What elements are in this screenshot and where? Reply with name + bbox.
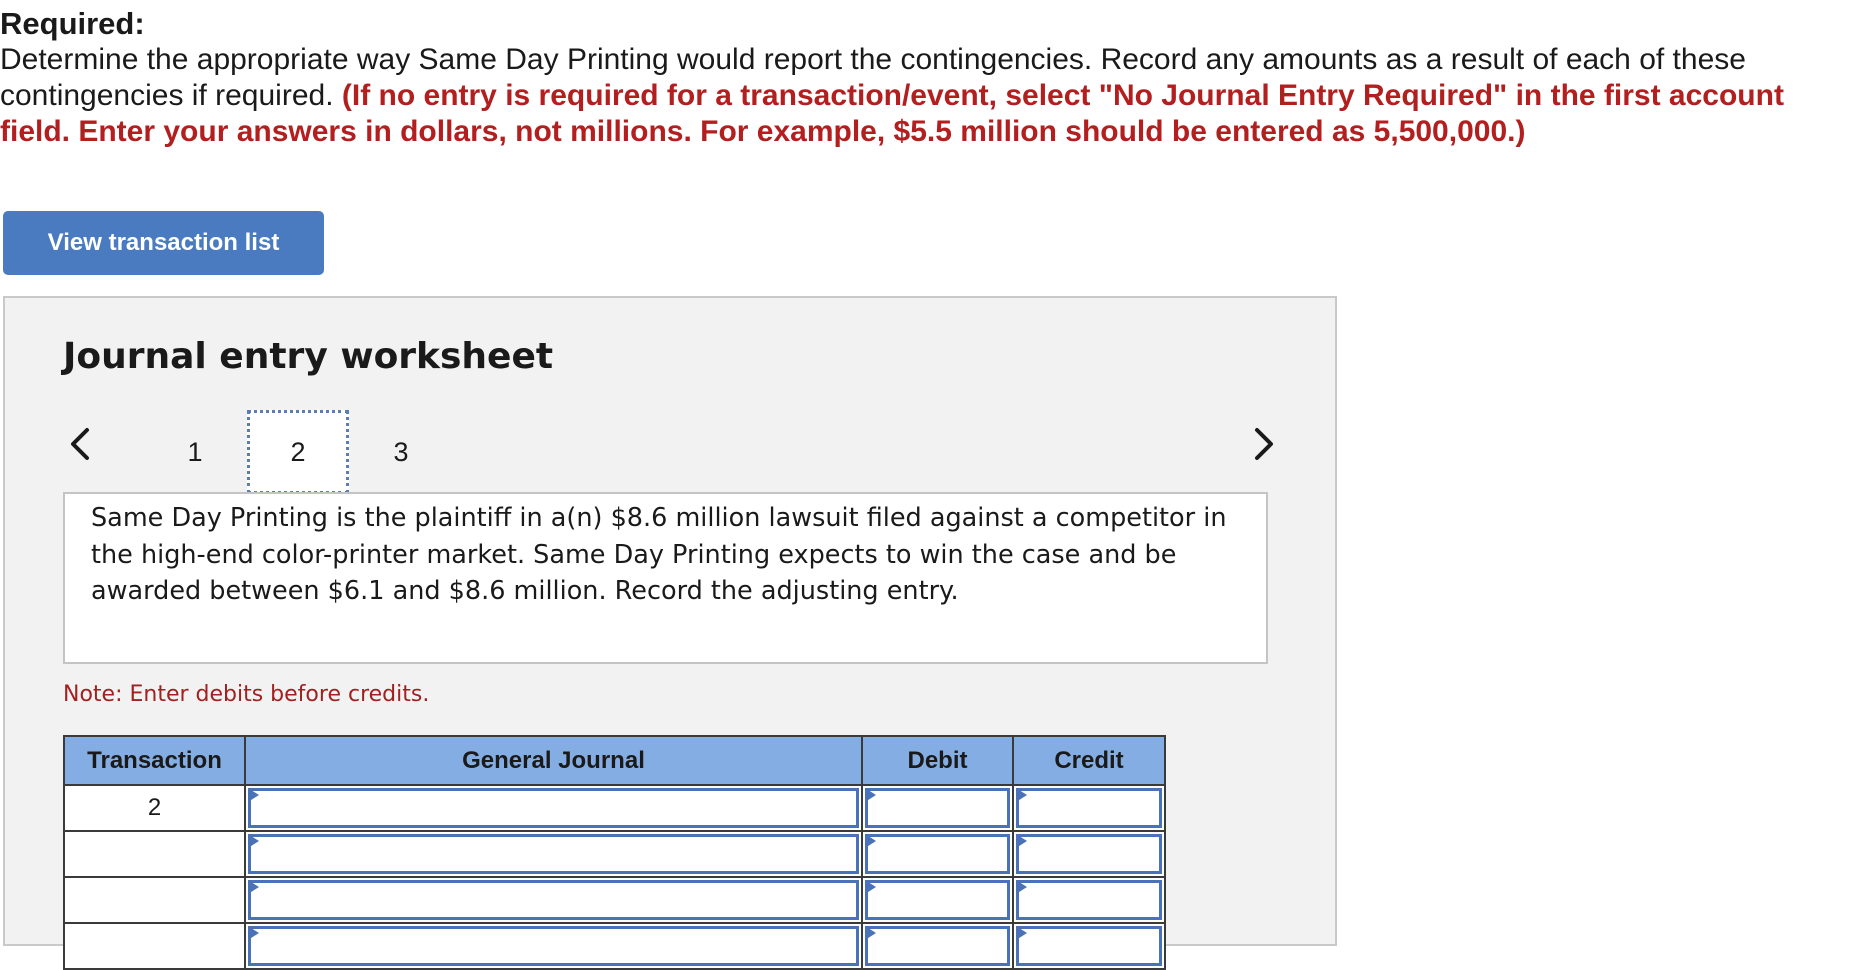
note-text: Note: Enter debits before credits. [63,682,430,707]
tab-3[interactable]: 3 [350,410,452,494]
account-field[interactable] [244,830,863,878]
table-row [63,876,1166,924]
account-input[interactable] [248,834,859,874]
input-marker-icon [1016,834,1027,848]
input-marker-icon [865,834,876,848]
transaction-cell: 2 [63,784,246,832]
table-header-row: Transaction General Journal Debit Credit [63,735,1166,786]
transaction-cell [63,830,246,878]
general-journal-table: Transaction General Journal Debit Credit… [63,735,1166,970]
account-input[interactable] [248,926,859,966]
credit-field[interactable] [1012,876,1166,924]
tab-label: 3 [393,436,409,467]
credit-input[interactable] [1016,834,1162,874]
chevron-left-icon[interactable] [61,420,101,468]
dropdown-marker-icon [248,788,259,802]
required-heading: Required: [0,6,145,41]
credit-field[interactable] [1012,784,1166,832]
credit-input[interactable] [1016,926,1162,966]
dropdown-marker-icon [248,880,259,894]
debit-input[interactable] [865,788,1010,828]
debit-field[interactable] [861,876,1014,924]
credit-field[interactable] [1012,830,1166,878]
worksheet-title: Journal entry worksheet [63,336,554,377]
tab-label: 1 [187,436,203,467]
dropdown-marker-icon [248,834,259,848]
input-marker-icon [865,880,876,894]
table-row [63,830,1166,878]
debit-field[interactable] [861,922,1014,970]
transaction-description: Same Day Printing is the plaintiff in a(… [63,492,1268,664]
account-field[interactable] [244,876,863,924]
transaction-cell [63,922,246,970]
chevron-right-icon[interactable] [1243,420,1283,468]
table-row: 2 [63,784,1166,832]
credit-input[interactable] [1016,788,1162,828]
journal-entry-worksheet-panel: Journal entry worksheet 1 2 3 Same Day P… [3,296,1337,970]
credit-field[interactable] [1012,922,1166,970]
tab-label: 2 [290,436,306,467]
view-transaction-list-button[interactable]: View transaction list [3,211,324,275]
input-marker-icon [1016,926,1027,940]
account-input[interactable] [248,880,859,920]
dropdown-marker-icon [248,926,259,940]
input-marker-icon [865,788,876,802]
input-marker-icon [1016,880,1027,894]
tab-2[interactable]: 2 [247,410,349,494]
transaction-cell [63,876,246,924]
debit-input[interactable] [865,926,1010,966]
table-row [63,922,1166,970]
debit-input[interactable] [865,880,1010,920]
tab-1[interactable]: 1 [144,410,246,494]
credit-input[interactable] [1016,880,1162,920]
debit-input[interactable] [865,834,1010,874]
account-input[interactable] [248,788,859,828]
account-field[interactable] [244,922,863,970]
input-marker-icon [865,926,876,940]
header-transaction: Transaction [63,735,246,786]
required-instructions: Determine the appropriate way Same Day P… [0,42,1860,150]
account-field[interactable] [244,784,863,832]
header-debit: Debit [861,735,1014,786]
header-general-journal: General Journal [244,735,863,786]
required-section: Required: Determine the appropriate way … [0,6,1860,150]
input-marker-icon [1016,788,1027,802]
debit-field[interactable] [861,830,1014,878]
header-credit: Credit [1012,735,1166,786]
debit-field[interactable] [861,784,1014,832]
